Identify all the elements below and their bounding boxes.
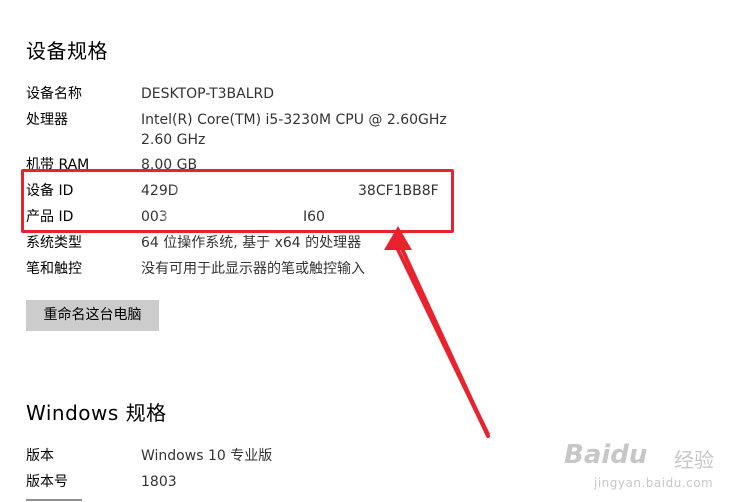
device-name-value: DESKTOP-T3BALRD bbox=[141, 86, 275, 102]
annotation-arrow-shaft bbox=[396, 238, 490, 438]
system-type-label: 系统类型 bbox=[26, 235, 82, 251]
version-value: 1803 bbox=[141, 474, 177, 490]
device-name-label: 设备名称 bbox=[26, 86, 82, 102]
annotation-highlight-box bbox=[21, 169, 454, 233]
pen-touch-value: 没有可用于此显示器的笔或触控输入 bbox=[141, 261, 365, 277]
system-type-value: 64 位操作系统, 基于 x64 的处理器 bbox=[141, 235, 362, 251]
rename-pc-button[interactable]: 重命名这台电脑 bbox=[26, 300, 159, 331]
annotation-arrow bbox=[384, 226, 490, 438]
processor-value: Intel(R) Core(TM) i5-3230M CPU @ 2.60GHz… bbox=[141, 112, 447, 148]
edition-label: 版本 bbox=[26, 448, 54, 464]
annotation-arrow-shape bbox=[384, 226, 490, 436]
watermark-brand: Baidu bbox=[564, 440, 648, 470]
pen-touch-label: 笔和触控 bbox=[26, 261, 82, 277]
windows-specs-title: Windows 规格 bbox=[26, 401, 167, 425]
watermark-cn: 经验 bbox=[674, 448, 714, 472]
edition-value: Windows 10 专业版 bbox=[141, 448, 273, 464]
watermark-url: jingyan.baidu.com bbox=[594, 476, 714, 490]
baidu-watermark: Baidu 经验 jingyan.baidu.com bbox=[560, 436, 728, 498]
processor-label: 处理器 bbox=[26, 112, 68, 128]
version-label: 版本号 bbox=[26, 474, 68, 490]
device-specs-title: 设备规格 bbox=[26, 39, 108, 63]
next-row-label-cutoff bbox=[26, 496, 82, 502]
